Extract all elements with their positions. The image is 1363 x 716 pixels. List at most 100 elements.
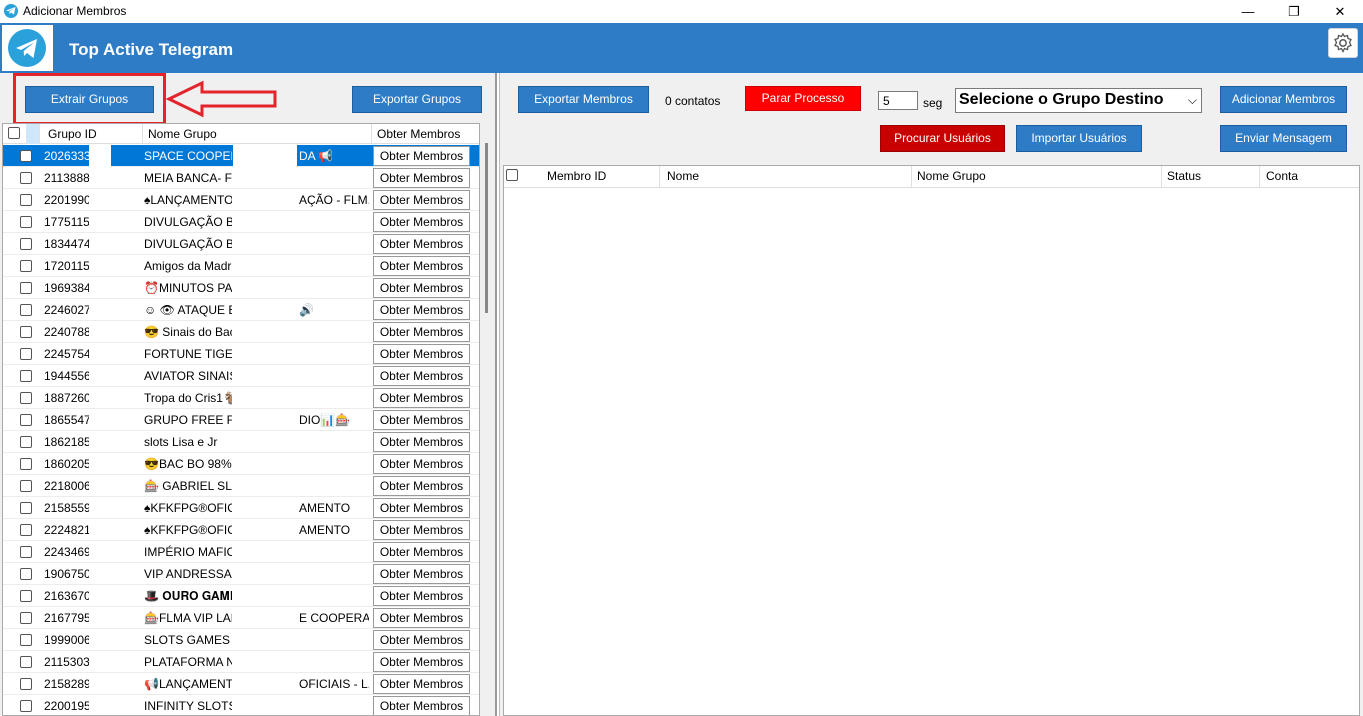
get-members-button[interactable]: Obter Membros bbox=[373, 190, 470, 210]
table-row[interactable]: 2218006 🎰 GABRIEL SLOT Obter Membros bbox=[3, 475, 479, 497]
get-members-button[interactable]: Obter Membros bbox=[373, 432, 470, 452]
get-members-button[interactable]: Obter Membros bbox=[373, 520, 470, 540]
table-row[interactable]: 2246027 ☺ 👁 ATAQUE EN 🔊 Obter Membros bbox=[3, 299, 479, 321]
row-checkbox[interactable] bbox=[20, 216, 32, 228]
get-members-button[interactable]: Obter Membros bbox=[373, 256, 470, 276]
table-row[interactable]: 1887260 Tropa do Cris1🐐 🐐 Obter Membros bbox=[3, 387, 479, 409]
get-members-button[interactable]: Obter Membros bbox=[373, 564, 470, 584]
row-checkbox[interactable] bbox=[20, 282, 32, 294]
row-checkbox[interactable] bbox=[20, 348, 32, 360]
row-checkbox[interactable] bbox=[20, 612, 32, 624]
row-checkbox[interactable] bbox=[20, 150, 32, 162]
table-row[interactable]: 1720115 Amigos da Madrug Obter Membros bbox=[3, 255, 479, 277]
row-checkbox[interactable] bbox=[20, 502, 32, 514]
table-row[interactable]: 1969384 ⏰MINUTOS PAG Obter Membros bbox=[3, 277, 479, 299]
row-checkbox[interactable] bbox=[20, 326, 32, 338]
table-row[interactable]: 1944556 AVIATOR SINAIS Obter Membros bbox=[3, 365, 479, 387]
destination-group-select[interactable]: Selecione o Grupo Destino ⌵ bbox=[955, 88, 1202, 113]
table-row[interactable]: 2240788 😎 Sinais do Bac E Obter Membros bbox=[3, 321, 479, 343]
table-row[interactable]: 2200195 INFINITY SLOTS : Obter Membros bbox=[3, 695, 479, 715]
send-message-button[interactable]: Enviar Mensagem bbox=[1220, 125, 1347, 152]
get-members-button[interactable]: Obter Membros bbox=[373, 234, 470, 254]
get-members-button[interactable]: Obter Membros bbox=[373, 168, 470, 188]
get-members-button[interactable]: Obter Membros bbox=[373, 388, 470, 408]
export-groups-button[interactable]: Exportar Grupos bbox=[352, 86, 482, 113]
row-checkbox[interactable] bbox=[20, 414, 32, 426]
row-checkbox[interactable] bbox=[20, 546, 32, 558]
get-members-button[interactable]: Obter Membros bbox=[373, 630, 470, 650]
table-row[interactable]: 1999006 SLOTS GAMES Obter Membros bbox=[3, 629, 479, 651]
add-members-button[interactable]: Adicionar Membros bbox=[1220, 86, 1347, 113]
table-row[interactable]: 2158559 ♠KFKFPG®OFICI AMENTO Obter Membros bbox=[3, 497, 479, 519]
maximize-icon[interactable]: ❐ bbox=[1271, 0, 1317, 23]
row-checkbox[interactable] bbox=[20, 656, 32, 668]
table-row[interactable]: 2163670 🎩 𝐎𝐔𝐑𝐎 𝐆𝐀𝐌𝐄 : Obter Membros bbox=[3, 585, 479, 607]
col-get-members[interactable]: Obter Membros bbox=[372, 124, 479, 144]
table-row[interactable]: 1834474 DIVULGAÇÃO BR Obter Membros bbox=[3, 233, 479, 255]
row-checkbox[interactable] bbox=[20, 172, 32, 184]
table-row[interactable]: 2167795 🎰FLMA VIP LANC E COOPERA... Obter M… bbox=[3, 607, 479, 629]
row-checkbox[interactable] bbox=[20, 480, 32, 492]
row-checkbox[interactable] bbox=[20, 678, 32, 690]
col-member-group[interactable]: Nome Grupo bbox=[912, 166, 1162, 187]
get-members-button[interactable]: Obter Membros bbox=[373, 498, 470, 518]
get-members-button[interactable]: Obter Membros bbox=[373, 146, 470, 166]
table-row[interactable]: 1865547 GRUPO FREE FO DIO📊🎰 Obter Membros bbox=[3, 409, 479, 431]
col-group-name[interactable]: Nome Grupo bbox=[143, 124, 372, 144]
get-members-button[interactable]: Obter Membros bbox=[373, 366, 470, 386]
get-members-button[interactable]: Obter Membros bbox=[373, 476, 470, 496]
settings-button[interactable] bbox=[1328, 28, 1358, 58]
table-row[interactable]: 2115303 PLATAFORMA NC Obter Membros bbox=[3, 651, 479, 673]
table-row[interactable]: 2158289 📢LANÇAMENTO OFICIAIS - L... Obter M… bbox=[3, 673, 479, 695]
get-members-button[interactable]: Obter Membros bbox=[373, 344, 470, 364]
get-members-button[interactable]: Obter Membros bbox=[373, 300, 470, 320]
row-checkbox[interactable] bbox=[20, 260, 32, 272]
export-members-button[interactable]: Exportar Membros bbox=[518, 86, 649, 113]
scrollbar-thumb[interactable] bbox=[485, 143, 488, 313]
col-member-id[interactable]: Membro ID bbox=[542, 166, 660, 187]
col-member-name[interactable]: Nome bbox=[662, 166, 912, 187]
members-select-all-checkbox[interactable] bbox=[506, 169, 518, 181]
get-members-button[interactable]: Obter Membros bbox=[373, 212, 470, 232]
table-row[interactable]: 1906750 VIP ANDRESSA & Obter Membros bbox=[3, 563, 479, 585]
table-row[interactable]: 1860205 😎BAC BO 98% DI Obter Membros bbox=[3, 453, 479, 475]
row-checkbox[interactable] bbox=[20, 458, 32, 470]
get-members-button[interactable]: Obter Membros bbox=[373, 278, 470, 298]
row-checkbox[interactable] bbox=[20, 370, 32, 382]
table-row[interactable]: 2243469 IMPÉRIO MAFIOS Obter Membros bbox=[3, 541, 479, 563]
row-checkbox[interactable] bbox=[20, 590, 32, 602]
col-status[interactable]: Status bbox=[1162, 166, 1260, 187]
interval-input[interactable]: 5 bbox=[878, 91, 918, 110]
search-users-button[interactable]: Procurar Usuários bbox=[880, 125, 1005, 152]
col-account[interactable]: Conta bbox=[1261, 166, 1359, 187]
stop-process-button[interactable]: Parar Processo bbox=[745, 86, 861, 111]
get-members-button[interactable]: Obter Membros bbox=[373, 608, 470, 628]
table-row[interactable]: 1862185 slots Lisa e Jr Obter Membros bbox=[3, 431, 479, 453]
get-members-button[interactable]: Obter Membros bbox=[373, 322, 470, 342]
row-checkbox[interactable] bbox=[20, 238, 32, 250]
get-members-button[interactable]: Obter Membros bbox=[373, 454, 470, 474]
get-members-button[interactable]: Obter Membros bbox=[373, 410, 470, 430]
minimize-icon[interactable]: — bbox=[1225, 0, 1271, 23]
get-members-button[interactable]: Obter Membros bbox=[373, 696, 470, 715]
select-all-checkbox[interactable] bbox=[8, 127, 20, 139]
table-row[interactable]: 2245754 FORTUNE TIGER Obter Membros bbox=[3, 343, 479, 365]
get-members-button[interactable]: Obter Membros bbox=[373, 586, 470, 606]
close-icon[interactable]: ✕ bbox=[1317, 0, 1363, 23]
row-checkbox[interactable] bbox=[20, 634, 32, 646]
table-row[interactable]: 2113888 MEIA BANCA- FP Obter Membros bbox=[3, 167, 479, 189]
row-checkbox[interactable] bbox=[20, 568, 32, 580]
import-users-button[interactable]: Importar Usuários bbox=[1016, 125, 1142, 152]
row-checkbox[interactable] bbox=[20, 436, 32, 448]
table-row[interactable]: 1775115 DIVULGAÇÃO BR Obter Membros bbox=[3, 211, 479, 233]
get-members-button[interactable]: Obter Membros bbox=[373, 674, 470, 694]
get-members-button[interactable]: Obter Membros bbox=[373, 542, 470, 562]
row-checkbox[interactable] bbox=[20, 194, 32, 206]
table-row[interactable]: 2224821 ♠KFKFPG®OFICI AMENTO Obter Membros bbox=[3, 519, 479, 541]
col-group-id[interactable]: Grupo ID bbox=[43, 124, 143, 144]
row-checkbox[interactable] bbox=[20, 304, 32, 316]
groups-scrollbar[interactable] bbox=[481, 123, 495, 716]
table-row[interactable]: 2201990 ♠LANÇAMENTO AÇÃO - FLM... Obter Mem… bbox=[3, 189, 479, 211]
row-checkbox[interactable] bbox=[20, 524, 32, 536]
get-members-button[interactable]: Obter Membros bbox=[373, 652, 470, 672]
